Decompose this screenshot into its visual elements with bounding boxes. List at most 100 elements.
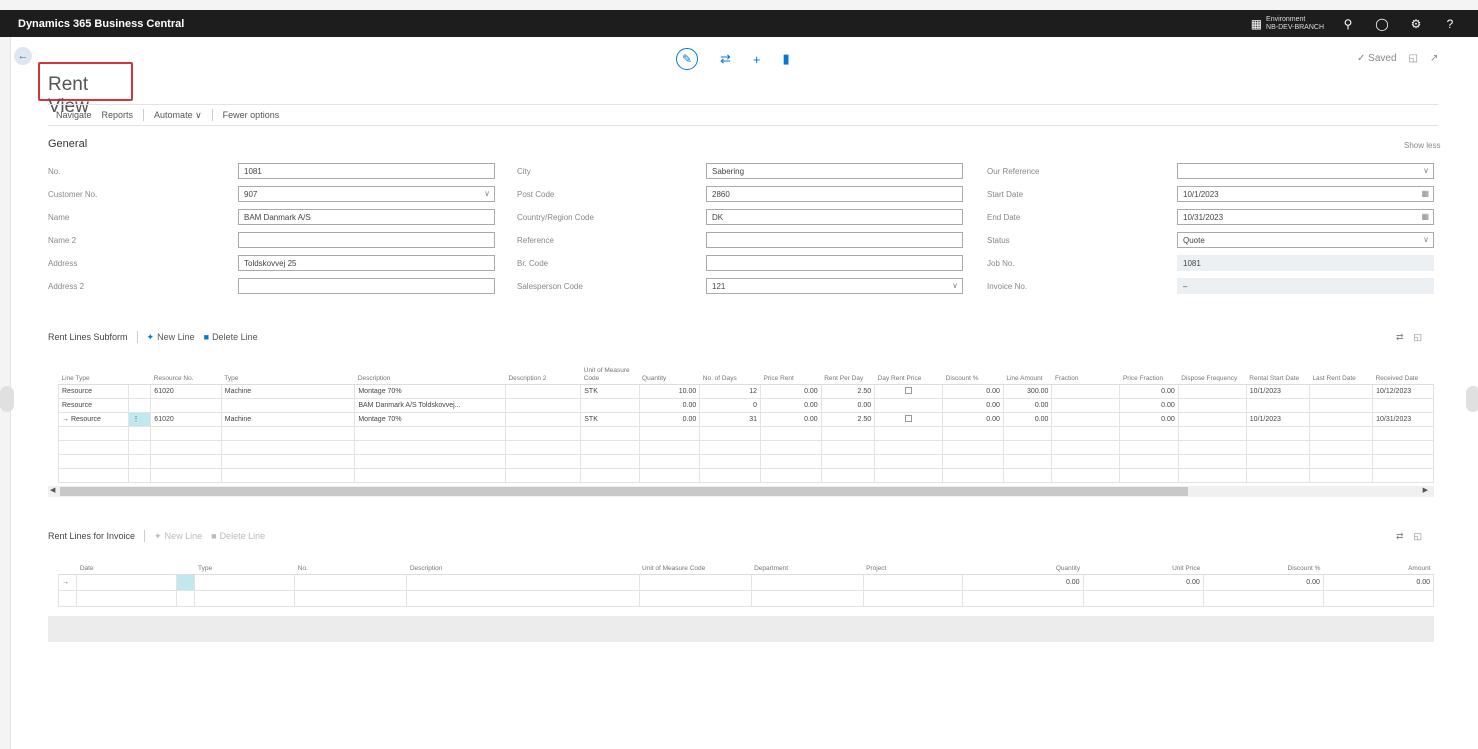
table-cell[interactable] (128, 425, 152, 441)
table-cell[interactable] (874, 411, 944, 427)
table-cell[interactable] (1308, 397, 1374, 413)
column-header[interactable]: Unit of Measure Code (639, 556, 752, 575)
table-cell[interactable] (1372, 425, 1434, 441)
table-cell[interactable] (504, 383, 582, 399)
table-row[interactable] (57, 439, 1434, 455)
table-cell[interactable] (1372, 397, 1434, 413)
table-row[interactable] (57, 589, 1435, 607)
table-cell[interactable]: 0.00 (962, 573, 1084, 591)
salesperson-code-field[interactable]: 121 ∨ (706, 278, 963, 294)
table-cell[interactable] (1245, 425, 1310, 441)
table-cell[interactable] (580, 439, 640, 455)
column-header[interactable]: Last Rent Date (1309, 358, 1373, 385)
column-header[interactable]: Description (354, 358, 506, 385)
table-cell[interactable]: 0.00 (759, 383, 822, 399)
table-cell[interactable] (354, 467, 506, 483)
plus-icon[interactable]: + (753, 52, 761, 67)
chevron-down-icon[interactable]: ∨ (952, 281, 958, 290)
table-cell[interactable]: ⋮ (128, 411, 152, 427)
table-cell[interactable]: 0.00 (942, 383, 1004, 399)
table-cell[interactable] (580, 453, 640, 469)
table-cell[interactable] (1372, 453, 1434, 469)
table-cell[interactable] (1177, 397, 1247, 413)
table-cell[interactable]: STK (580, 411, 640, 427)
column-header[interactable]: Amount (1323, 556, 1434, 575)
table-cell[interactable] (128, 453, 152, 469)
table-cell[interactable]: 0.00 (1322, 573, 1435, 591)
bell-icon[interactable]: ◯ (1372, 17, 1392, 31)
column-header[interactable]: Fraction (1051, 358, 1120, 385)
table-cell[interactable] (1177, 467, 1247, 483)
table-cell[interactable] (128, 439, 152, 455)
table-cell[interactable] (176, 573, 196, 591)
table-cell[interactable] (580, 425, 640, 441)
calendar-icon[interactable]: ▦ (1421, 212, 1429, 221)
expand-icon[interactable]: ◱ (1414, 332, 1423, 343)
table-cell[interactable] (820, 467, 876, 483)
table-cell[interactable] (1177, 439, 1247, 455)
table-cell[interactable] (1177, 383, 1247, 399)
automate-menu[interactable]: Automate ∨ (154, 110, 202, 121)
checkbox[interactable] (905, 414, 913, 422)
table-cell[interactable] (1245, 453, 1310, 469)
table-cell[interactable]: BAM Danmark A/S Toldskovvej... (354, 397, 506, 413)
table-cell[interactable]: 0.00 (638, 397, 701, 413)
table-cell[interactable] (580, 397, 640, 413)
start-date-field[interactable]: 10/1/2023 ▦ (1177, 186, 1434, 202)
table-cell[interactable]: 0 (699, 397, 761, 413)
table-cell[interactable]: → Resource (57, 411, 130, 427)
table-cell[interactable] (750, 573, 864, 591)
table-row[interactable] (57, 453, 1434, 469)
column-header[interactable]: No. of Days (699, 358, 761, 385)
horizontal-scrollbar[interactable]: ◀ ▶ (48, 486, 1434, 497)
table-cell[interactable] (1245, 467, 1310, 483)
name-2-field[interactable] (238, 232, 495, 248)
share-icon[interactable]: ⇄ (1396, 531, 1404, 542)
table-cell[interactable] (1119, 453, 1179, 469)
table-cell[interactable]: 0.00 (942, 397, 1004, 413)
table-cell[interactable] (76, 573, 178, 591)
table-cell[interactable] (220, 453, 356, 469)
column-header[interactable]: Type (221, 358, 355, 385)
help-icon[interactable]: ? (1440, 17, 1460, 31)
column-header[interactable]: Line Amount (1003, 358, 1052, 385)
share-icon[interactable]: ⇄ (720, 51, 731, 67)
end-date-field[interactable]: 10/31/2023 ▦ (1177, 209, 1434, 225)
row-menu-icon[interactable]: ⋮ (132, 416, 139, 423)
column-header[interactable]: Resource No. (150, 358, 222, 385)
table-cell[interactable] (1119, 425, 1179, 441)
table-cell[interactable] (354, 439, 506, 455)
chevron-down-icon[interactable]: ∨ (1423, 166, 1429, 175)
column-header[interactable]: Received Date (1372, 358, 1434, 385)
table-cell[interactable] (1308, 467, 1374, 483)
delete-icon[interactable]: ▮ (783, 51, 790, 67)
column-header[interactable]: Dispose Frequency (1178, 358, 1247, 385)
table-cell[interactable] (1245, 397, 1310, 413)
column-header[interactable]: Rental Start Date (1246, 358, 1310, 385)
table-cell[interactable]: 10/31/2023 (1372, 411, 1434, 427)
table-cell[interactable] (874, 425, 944, 441)
table-cell[interactable] (759, 439, 822, 455)
table-cell[interactable]: Machine (220, 383, 356, 399)
reports-menu[interactable]: Reports (102, 110, 134, 120)
column-header[interactable]: Department (751, 556, 864, 575)
table-cell[interactable] (638, 589, 752, 607)
table-cell[interactable] (1308, 411, 1374, 427)
back-button[interactable]: ← (14, 47, 32, 65)
table-cell[interactable] (150, 425, 222, 441)
table-cell[interactable] (862, 573, 964, 591)
table-cell[interactable]: 0.00 (759, 397, 822, 413)
table-cell[interactable] (194, 589, 296, 607)
share-icon[interactable]: ⇄ (1396, 332, 1404, 343)
table-cell[interactable] (57, 439, 130, 455)
column-header[interactable]: Description 2 (505, 358, 581, 385)
table-cell[interactable] (128, 467, 152, 483)
table-cell[interactable] (874, 383, 944, 399)
table-cell[interactable] (699, 439, 761, 455)
no-field[interactable]: 1081 (238, 163, 495, 179)
table-cell[interactable] (150, 397, 222, 413)
expand-icon[interactable]: ↗ (1430, 53, 1438, 64)
table-cell[interactable] (874, 397, 944, 413)
chevron-down-icon[interactable]: ∨ (1423, 235, 1429, 244)
country-region-code-field[interactable]: DK (706, 209, 963, 225)
